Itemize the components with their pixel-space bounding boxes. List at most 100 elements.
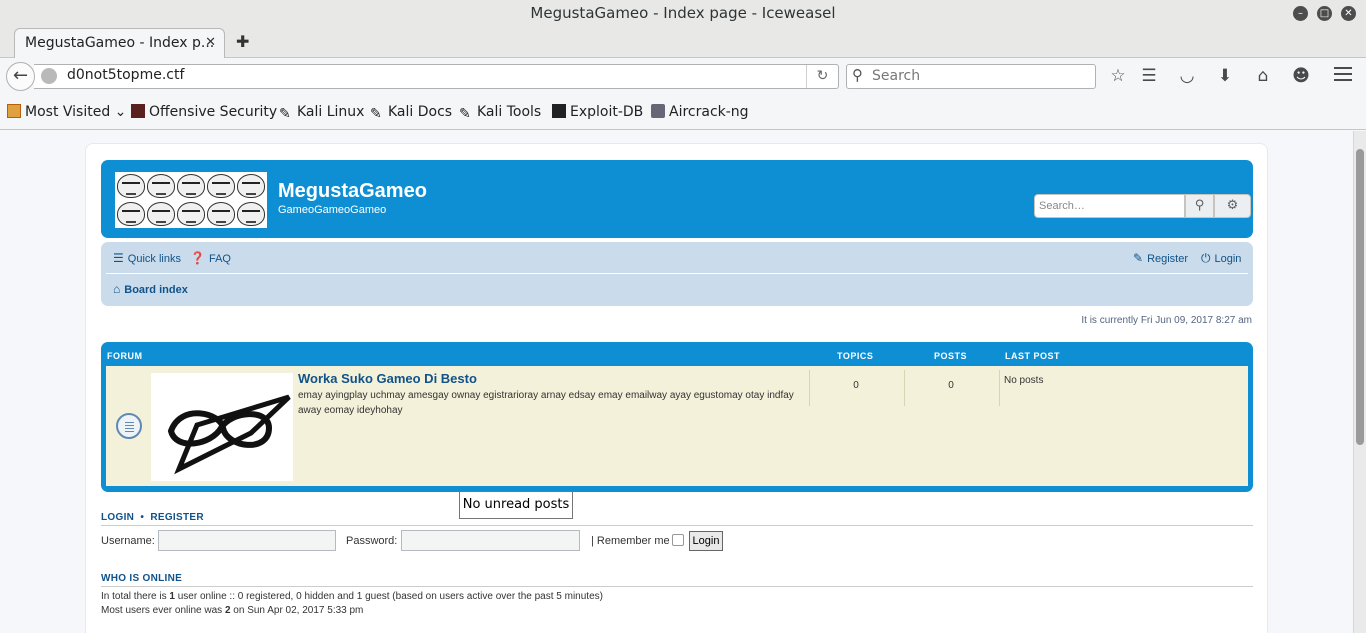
tab-megustagameo[interactable]: MegustaGameo - Index p... ✕ bbox=[14, 28, 225, 58]
forum-image bbox=[151, 373, 293, 481]
site-title: MegustaGameo bbox=[278, 180, 427, 202]
login-heading: LOGIN • REGISTER bbox=[101, 512, 204, 523]
search-icon: ⚲ bbox=[852, 66, 863, 84]
kali-icon: ✎ bbox=[459, 106, 471, 122]
online-text: on Sun Apr 02, 2017 5:33 pm bbox=[230, 605, 364, 616]
url-bar[interactable]: d0not5topme.ctf ↻ bbox=[34, 64, 839, 89]
bookmark-kali-docs[interactable]: ✎ Kali Docs bbox=[370, 104, 453, 122]
online-record-text: Most users ever online was 2 on Sun Apr … bbox=[101, 605, 363, 616]
breadcrumb-board-index[interactable]: Board index bbox=[124, 284, 188, 296]
header-posts: POSTS bbox=[934, 351, 968, 361]
forum-description: emay ayingplay uchmay amesgay ownay egis… bbox=[298, 390, 794, 416]
bookmark-label: Kali Docs bbox=[388, 104, 453, 120]
tab-strip: MegustaGameo - Index p... ✕ ✚ bbox=[0, 27, 1366, 58]
most-visited-icon bbox=[7, 104, 21, 118]
faq-link[interactable]: ❓ FAQ bbox=[190, 251, 231, 265]
close-window-icon[interactable]: ✕ bbox=[1341, 6, 1356, 21]
bookmark-offensive-security[interactable]: Offensive Security bbox=[131, 104, 277, 120]
header-last-post: LAST POST bbox=[1005, 351, 1061, 361]
bookmark-exploit-db[interactable]: Exploit-DB bbox=[552, 104, 643, 120]
exploitdb-icon bbox=[552, 104, 566, 118]
online-text: In total there is bbox=[101, 591, 170, 602]
window-titlebar: MegustaGameo - Index page - Iceweasel – … bbox=[0, 0, 1366, 27]
back-button[interactable]: ← bbox=[6, 62, 35, 91]
downloads-icon[interactable]: ⬇ bbox=[1214, 66, 1236, 86]
tooltip: No unread posts bbox=[459, 491, 573, 519]
offsec-icon bbox=[131, 104, 145, 118]
forum-last-post: No posts bbox=[1004, 375, 1044, 386]
faq-label: FAQ bbox=[208, 253, 231, 265]
forum-topics-count: 0 bbox=[853, 380, 859, 391]
register-link[interactable]: ✎ Register bbox=[1133, 251, 1188, 265]
bookmark-kali-tools[interactable]: ✎ Kali Tools bbox=[459, 104, 541, 122]
who-is-online-heading[interactable]: WHO IS ONLINE bbox=[101, 573, 182, 584]
bookmark-label: Aircrack-ng bbox=[669, 104, 749, 120]
remember-me-checkbox[interactable] bbox=[672, 534, 684, 546]
register-heading-link[interactable]: REGISTER bbox=[150, 512, 204, 523]
board-wrapper: MegustaGameo GameoGameoGameo Search… ⚲ ⚙… bbox=[85, 143, 1268, 633]
vertical-scrollbar[interactable] bbox=[1353, 131, 1366, 633]
forum-list: FORUM TOPICS POSTS LAST POST Worka Suko … bbox=[101, 342, 1253, 492]
window-title: MegustaGameo - Index page - Iceweasel bbox=[530, 4, 836, 22]
online-total-text: In total there is 1 user online :: 0 reg… bbox=[101, 591, 603, 602]
bookmark-label: Exploit-DB bbox=[570, 104, 644, 120]
forum-posts-count: 0 bbox=[948, 380, 954, 391]
aircrack-icon bbox=[651, 104, 665, 118]
search-placeholder[interactable]: Search bbox=[872, 68, 920, 84]
quick-links-label: Quick links bbox=[127, 253, 181, 265]
header-topics: TOPICS bbox=[837, 351, 874, 361]
site-identity-icon[interactable] bbox=[41, 68, 57, 84]
username-field[interactable] bbox=[158, 530, 336, 551]
question-icon: ❓ bbox=[190, 251, 205, 265]
forum-read-icon bbox=[116, 413, 142, 439]
bookmark-most-visited[interactable]: Most Visited ⌄ bbox=[7, 104, 126, 120]
bookmarks-toolbar: Most Visited ⌄ Offensive Security ✎ Kali … bbox=[0, 95, 1366, 130]
online-text: user online :: 0 registered, 0 hidden an… bbox=[174, 591, 603, 602]
maximize-icon[interactable]: □ bbox=[1317, 6, 1332, 21]
quick-links-menu[interactable]: ☰ Quick links bbox=[113, 251, 181, 265]
edit-icon: ✎ bbox=[1133, 251, 1144, 265]
search-icon[interactable]: ⚲ bbox=[1185, 194, 1214, 218]
login-heading-link[interactable]: LOGIN bbox=[101, 512, 134, 523]
heading-bullet: • bbox=[140, 512, 145, 523]
search-box[interactable]: ⚲ Search bbox=[846, 64, 1096, 89]
minimize-icon[interactable]: – bbox=[1293, 6, 1308, 21]
bookmark-aircrack-ng[interactable]: Aircrack-ng bbox=[651, 104, 749, 120]
reload-icon[interactable]: ↻ bbox=[806, 65, 838, 88]
gear-icon[interactable]: ⚙ bbox=[1214, 194, 1251, 218]
site-description: GameoGameoGameo bbox=[278, 204, 387, 216]
navigation-toolbar: d0not5topme.ctf ↻ ← ⚲ Search ☆ ☰ ◡ ⬇ ⌂ ☻ bbox=[0, 58, 1366, 95]
login-link[interactable]: ⏻ Login bbox=[1201, 251, 1241, 266]
site-logo[interactable] bbox=[115, 172, 267, 228]
reading-list-icon[interactable]: ☰ bbox=[1138, 66, 1160, 86]
bookmark-star-icon[interactable]: ☆ bbox=[1107, 66, 1129, 86]
pocket-icon[interactable]: ◡ bbox=[1176, 66, 1198, 86]
password-label: Password: bbox=[346, 535, 398, 547]
site-header: MegustaGameo GameoGameoGameo Search… ⚲ ⚙ bbox=[101, 160, 1253, 238]
bars-icon: ☰ bbox=[113, 251, 124, 265]
kali-icon: ✎ bbox=[370, 106, 382, 122]
menu-icon[interactable] bbox=[1334, 67, 1352, 85]
header-search-input[interactable]: Search… bbox=[1034, 194, 1185, 218]
page-viewport: MegustaGameo GameoGameoGameo Search… ⚲ ⚙… bbox=[0, 131, 1353, 633]
new-tab-icon[interactable]: ✚ bbox=[236, 32, 249, 51]
kali-icon: ✎ bbox=[279, 106, 291, 122]
home-icon[interactable]: ⌂ bbox=[1252, 66, 1274, 86]
home-icon: ⌂ bbox=[113, 282, 121, 296]
header-forum: FORUM bbox=[107, 351, 143, 361]
bookmark-label: Most Visited bbox=[25, 104, 111, 120]
close-tab-icon[interactable]: ✕ bbox=[205, 29, 216, 57]
breadcrumb[interactable]: ⌂ Board index bbox=[113, 282, 188, 296]
forum-title-link[interactable]: Worka Suko Gameo Di Besto bbox=[298, 371, 477, 386]
hello-icon[interactable]: ☻ bbox=[1290, 66, 1312, 86]
username-label: Username: bbox=[101, 535, 155, 547]
password-field[interactable] bbox=[401, 530, 580, 551]
scrollbar-thumb[interactable] bbox=[1356, 149, 1364, 445]
login-label: Login bbox=[1214, 253, 1242, 265]
register-label: Register bbox=[1147, 253, 1189, 265]
bookmark-kali-linux[interactable]: ✎ Kali Linux bbox=[279, 104, 364, 122]
login-button[interactable]: Login bbox=[689, 531, 723, 551]
online-text: Most users ever online was bbox=[101, 605, 225, 616]
power-icon: ⏻ bbox=[1201, 251, 1211, 265]
url-text[interactable]: d0not5topme.ctf bbox=[67, 67, 184, 83]
